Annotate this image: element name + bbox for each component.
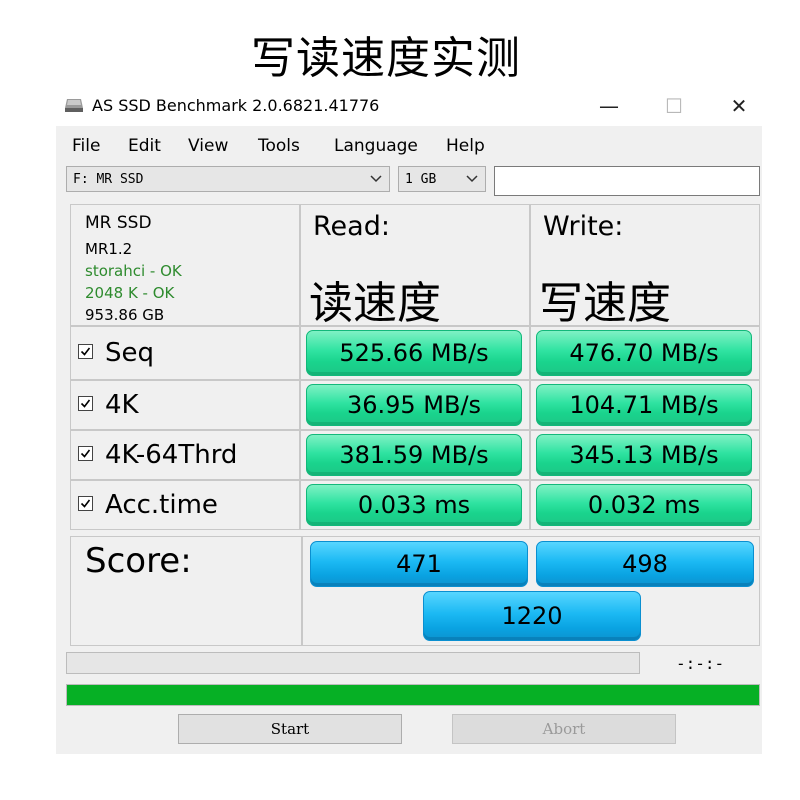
result-cell: 525.66 MB/s [300, 326, 530, 380]
test-progress-bar [66, 652, 640, 674]
menu-edit[interactable]: Edit [128, 136, 161, 156]
read-label: Read: [313, 211, 390, 242]
text-field[interactable] [494, 166, 760, 196]
menu-language[interactable]: Language [334, 136, 418, 156]
drive-firmware: MR1.2 [85, 240, 133, 258]
4k-checkbox[interactable] [78, 396, 93, 411]
size-select-value: 1 GB [405, 172, 437, 187]
acc-time-read-result: 0.033 ms [306, 484, 522, 526]
seq-read-result: 525.66 MB/s [306, 330, 522, 376]
minimize-icon: — [599, 94, 619, 118]
menu-view[interactable]: View [188, 136, 228, 156]
close-icon: ✕ [730, 94, 748, 118]
write-score: 498 [536, 541, 754, 587]
maximize-icon: ☐ [665, 94, 683, 118]
drive-model: MR SSD [85, 213, 152, 233]
write-header: Write: 写速度 [530, 204, 760, 329]
menu-file[interactable]: File [72, 136, 100, 156]
drive-select-value: F: MR SSD [73, 172, 144, 187]
menu-bar: File Edit View Tools Language Help [56, 128, 762, 156]
acc-time-label: Acc.time [105, 490, 218, 520]
acc-time-checkbox[interactable] [78, 496, 93, 511]
test-row-label: 4K-64Thrd [70, 430, 300, 480]
score-label-cell: Score: [70, 536, 302, 646]
4k-label: 4K [105, 390, 139, 420]
result-cell: 476.70 MB/s [530, 326, 760, 380]
test-row-label: Seq [70, 326, 300, 380]
seq-label: Seq [105, 338, 155, 368]
4k-64thrd-label: 4K-64Thrd [105, 440, 238, 470]
minimize-button[interactable]: — [586, 90, 632, 122]
read-note: 读速度 [309, 278, 441, 329]
result-cell: 345.13 MB/s [530, 430, 760, 480]
drive-capacity: 953.86 GB [85, 306, 165, 324]
menu-tools[interactable]: Tools [258, 136, 300, 156]
result-cell: 381.59 MB/s [300, 430, 530, 480]
result-cell: 104.71 MB/s [530, 380, 760, 430]
result-cell: 36.95 MB/s [300, 380, 530, 430]
drive-icon [64, 97, 84, 113]
chevron-down-icon [369, 171, 383, 185]
start-button[interactable]: Start [178, 714, 402, 744]
4k-write-result: 104.71 MB/s [536, 384, 752, 426]
write-note: 写速度 [539, 278, 671, 329]
score-label: Score: [85, 541, 192, 581]
abort-button[interactable]: Abort [452, 714, 676, 744]
seq-checkbox[interactable] [78, 344, 93, 359]
overall-progress-fill [67, 685, 759, 705]
overall-progress-bar [66, 684, 760, 706]
seq-write-result: 476.70 MB/s [536, 330, 752, 376]
total-score: 1220 [423, 591, 641, 641]
chevron-down-icon [465, 171, 479, 185]
title-bar: AS SSD Benchmark 2.0.6821.41776 — ☐ ✕ [56, 88, 762, 126]
maximize-button[interactable]: ☐ [651, 90, 697, 122]
write-label: Write: [543, 211, 624, 242]
menu-help[interactable]: Help [446, 136, 485, 156]
window-title: AS SSD Benchmark 2.0.6821.41776 [92, 96, 380, 115]
banner-title: 写读速度实测 [251, 33, 521, 84]
app-window: AS SSD Benchmark 2.0.6821.41776 — ☐ ✕ Fi… [56, 88, 762, 754]
elapsed-time: -:-:- [676, 654, 725, 673]
test-row-label: 4K [70, 380, 300, 430]
result-cell: 0.033 ms [300, 480, 530, 530]
test-row-label: Acc.time [70, 480, 300, 530]
4k-read-result: 36.95 MB/s [306, 384, 522, 426]
drive-select[interactable]: F: MR SSD [66, 166, 390, 192]
size-select[interactable]: 1 GB [398, 166, 486, 192]
read-header: Read: 读速度 [300, 204, 530, 329]
results-panel: MR SSD MR1.2 storahci - OK 2048 K - OK 9… [70, 204, 760, 650]
4k-64thrd-write-result: 345.13 MB/s [536, 434, 752, 476]
driver-status: storahci - OK [85, 262, 182, 280]
4k-64thrd-read-result: 381.59 MB/s [306, 434, 522, 476]
score-values-cell: 471 498 1220 [302, 536, 760, 646]
drive-info: MR SSD MR1.2 storahci - OK 2048 K - OK 9… [70, 204, 300, 326]
alignment-status: 2048 K - OK [85, 284, 175, 302]
4k-64thrd-checkbox[interactable] [78, 446, 93, 461]
read-score: 471 [310, 541, 528, 587]
acc-time-write-result: 0.032 ms [536, 484, 752, 526]
close-button[interactable]: ✕ [716, 90, 762, 122]
result-cell: 0.032 ms [530, 480, 760, 530]
